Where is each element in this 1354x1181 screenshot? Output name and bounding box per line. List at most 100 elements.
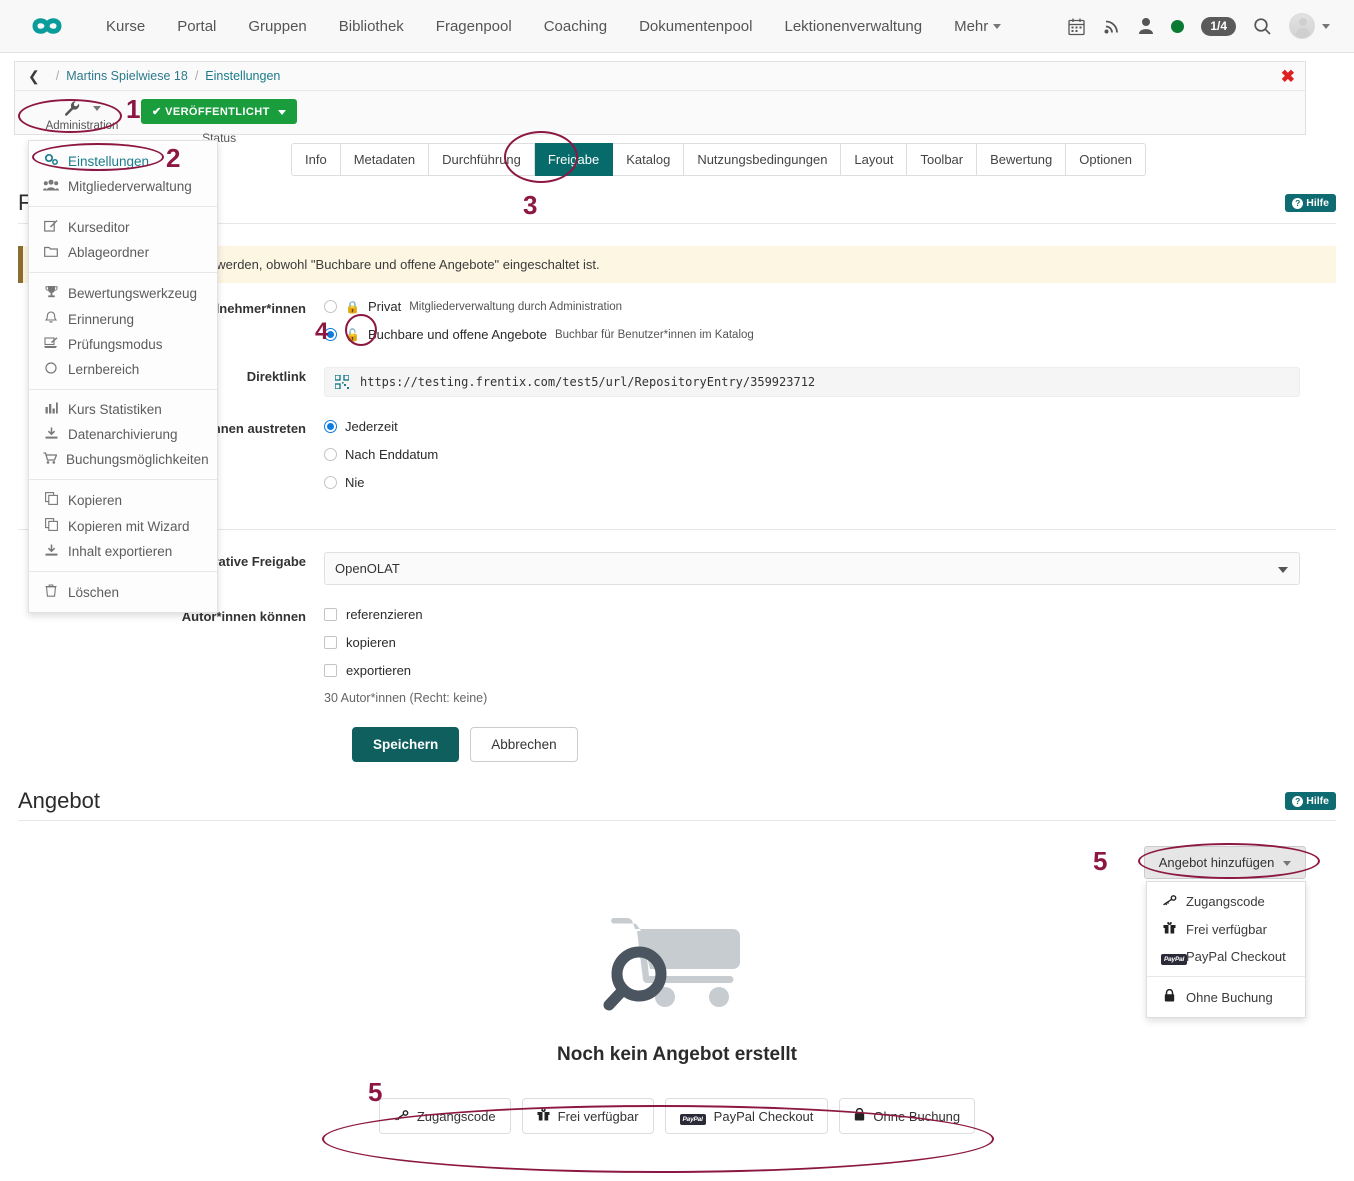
breadcrumb-item-settings[interactable]: Einstellungen bbox=[205, 69, 280, 83]
notification-badge[interactable]: 1/4 bbox=[1201, 17, 1236, 36]
menu-item-inhalt-exportieren[interactable]: Inhalt exportieren bbox=[29, 539, 217, 564]
menu-item-kopieren[interactable]: Kopieren bbox=[29, 487, 217, 513]
empty-button-frei-verfuegbar[interactable]: Frei verfügbar bbox=[522, 1098, 654, 1134]
menu-item-lernbereich[interactable]: Lernbereich bbox=[29, 357, 217, 382]
tab-katalog[interactable]: Katalog bbox=[613, 143, 684, 176]
chevron-left-icon[interactable]: ❮ bbox=[28, 68, 40, 85]
menu-item-ablageordner[interactable]: Ablageordner bbox=[29, 240, 217, 265]
nav-more-label: Mehr bbox=[954, 18, 988, 35]
empty-button-zugangscode[interactable]: Zugangscode bbox=[379, 1098, 511, 1134]
checkbox-exportieren[interactable] bbox=[324, 664, 337, 677]
settings-tabs: Info Metadaten Durchführung Freigabe Kat… bbox=[291, 143, 1146, 176]
share-select[interactable]: OpenOLAT bbox=[324, 552, 1300, 585]
nav-link-coaching[interactable]: Coaching bbox=[528, 12, 623, 41]
menu-item-datenarchivierung[interactable]: Datenarchivierung bbox=[29, 422, 217, 447]
tab-bewertung[interactable]: Bewertung bbox=[977, 143, 1066, 176]
radio-option-jederzeit[interactable]: Jederzeit bbox=[324, 419, 1300, 434]
nav-link-mehr[interactable]: Mehr bbox=[938, 12, 1017, 41]
infinity-logo[interactable] bbox=[22, 9, 76, 43]
menu-item-mitgliederverwaltung[interactable]: Mitgliederverwaltung bbox=[29, 174, 217, 199]
qr-code-icon[interactable] bbox=[335, 375, 349, 389]
menu-item-kurs-statistiken[interactable]: Kurs Statistiken bbox=[29, 397, 217, 422]
nav-link-bibliothek[interactable]: Bibliothek bbox=[323, 12, 420, 41]
content-frame: ❮ / Martins Spielwiese 18 / Einstellunge… bbox=[14, 61, 1306, 135]
tab-durchfuehrung[interactable]: Durchführung bbox=[429, 143, 535, 176]
menu-item-einstellungen[interactable]: Einstellungen bbox=[29, 148, 217, 174]
radio-nach-enddatum[interactable] bbox=[324, 448, 337, 461]
radio-option-nach-enddatum[interactable]: Nach Enddatum bbox=[324, 447, 1300, 462]
author-count-note: 30 Autor*innen (Recht: keine) bbox=[324, 691, 1300, 705]
chevron-down-icon[interactable] bbox=[1322, 24, 1330, 29]
nav-link-portal[interactable]: Portal bbox=[161, 12, 232, 41]
tab-info[interactable]: Info bbox=[291, 143, 341, 176]
menu-item-erinnerung[interactable]: Erinnerung bbox=[29, 306, 217, 332]
calendar-icon[interactable] bbox=[1067, 17, 1086, 36]
tab-nutzungsbedingungen[interactable]: Nutzungsbedingungen bbox=[684, 143, 841, 176]
help-badge[interactable]: ? Hilfe bbox=[1285, 194, 1336, 212]
empty-button-paypal-checkout[interactable]: PayPal PayPal Checkout bbox=[665, 1098, 829, 1134]
user-icon[interactable] bbox=[1138, 17, 1154, 35]
radio-nie[interactable] bbox=[324, 476, 337, 489]
nav-link-lektionenverwaltung[interactable]: Lektionenverwaltung bbox=[769, 12, 939, 41]
cancel-button[interactable]: Abbrechen bbox=[470, 727, 577, 762]
empty-button-label: Ohne Buchung bbox=[873, 1109, 960, 1124]
status-published-button[interactable]: ✔ VERÖFFENTLICHT bbox=[141, 99, 297, 124]
radio-privat[interactable] bbox=[324, 300, 337, 313]
direktlink-box[interactable]: https://testing.frentix.com/test5/url/Re… bbox=[324, 367, 1300, 397]
radio-buchbar[interactable] bbox=[324, 328, 337, 341]
radio-option-buchbar[interactable]: 🔓 Buchbare und offene Angebote Buchbar f… bbox=[324, 327, 1300, 342]
nav-link-gruppen[interactable]: Gruppen bbox=[232, 12, 322, 41]
rss-icon[interactable] bbox=[1103, 17, 1121, 35]
offer-menu-label: Frei verfügbar bbox=[1186, 922, 1267, 937]
form-control-share: OpenOLAT bbox=[324, 552, 1336, 585]
nav-link-dokumentenpool[interactable]: Dokumentenpool bbox=[623, 12, 768, 41]
radio-option-privat[interactable]: 🔒 Privat Mitgliederverwaltung durch Admi… bbox=[324, 299, 1300, 314]
administration-button[interactable]: Administration bbox=[35, 99, 129, 132]
status-dot-icon[interactable] bbox=[1171, 20, 1184, 33]
menu-item-bewertungswerkzeug[interactable]: Bewertungswerkzeug bbox=[29, 280, 217, 306]
checkbox-row-kopieren[interactable]: kopieren bbox=[324, 635, 1300, 650]
radio-jederzeit[interactable] bbox=[324, 420, 337, 433]
breadcrumb-item-course[interactable]: Martins Spielwiese 18 bbox=[66, 69, 188, 83]
offer-menu-item-ohne-buchung[interactable]: Ohne Buchung bbox=[1147, 983, 1305, 1011]
offer-menu-item-frei-verfuegbar[interactable]: Frei verfügbar bbox=[1147, 915, 1305, 943]
tab-metadaten[interactable]: Metadaten bbox=[341, 143, 429, 176]
empty-button-label: Zugangscode bbox=[417, 1109, 496, 1124]
download-icon bbox=[43, 427, 59, 442]
close-icon[interactable]: ✖ bbox=[1281, 68, 1295, 85]
menu-item-label: Erinnerung bbox=[68, 312, 134, 327]
nav-link-kurse[interactable]: Kurse bbox=[90, 12, 161, 41]
nav-link-fragenpool[interactable]: Fragenpool bbox=[420, 12, 528, 41]
menu-item-pruefungsmodus[interactable]: Prüfungsmodus bbox=[29, 332, 217, 357]
menu-item-buchungsmoeglichkeiten[interactable]: Buchungsmöglichkeiten bbox=[29, 447, 217, 472]
offer-menu-item-zugangscode[interactable]: Zugangscode bbox=[1147, 888, 1305, 915]
menu-item-label: Bewertungswerkzeug bbox=[68, 286, 197, 301]
checkbox-row-exportieren[interactable]: exportieren bbox=[324, 663, 1300, 678]
copy-icon bbox=[43, 492, 59, 508]
search-icon[interactable] bbox=[1253, 17, 1272, 36]
empty-button-ohne-buchung[interactable]: Ohne Buchung bbox=[839, 1098, 975, 1134]
form-control-access: 🔒 Privat Mitgliederverwaltung durch Admi… bbox=[324, 299, 1336, 355]
menu-item-kopieren-mit-wizard[interactable]: Kopieren mit Wizard bbox=[29, 513, 217, 539]
question-mark-icon: ? bbox=[1292, 198, 1303, 209]
radio-option-nie[interactable]: Nie bbox=[324, 475, 1300, 490]
tab-freigabe[interactable]: Freigabe bbox=[535, 143, 613, 176]
question-mark-icon: ? bbox=[1292, 796, 1303, 807]
tab-optionen[interactable]: Optionen bbox=[1066, 143, 1146, 176]
tab-layout[interactable]: Layout bbox=[841, 143, 907, 176]
offer-menu-item-paypal-checkout[interactable]: PayPal PayPal Checkout bbox=[1147, 943, 1305, 970]
menu-item-kurseditor[interactable]: Kurseditor bbox=[29, 214, 217, 240]
avatar[interactable] bbox=[1289, 13, 1315, 39]
menu-divider bbox=[29, 272, 217, 273]
chevron-down-icon bbox=[93, 106, 101, 111]
tab-toolbar[interactable]: Toolbar bbox=[907, 143, 977, 176]
menu-item-label: Datenarchivierung bbox=[68, 427, 178, 442]
save-button[interactable]: Speichern bbox=[352, 727, 459, 762]
bar-chart-icon bbox=[43, 402, 59, 417]
checkbox-referenzieren[interactable] bbox=[324, 608, 337, 621]
angebot-help-badge[interactable]: ? Hilfe bbox=[1285, 792, 1336, 810]
add-offer-button[interactable]: Angebot hinzufügen bbox=[1144, 846, 1306, 879]
menu-item-loeschen[interactable]: Löschen bbox=[29, 579, 217, 605]
checkbox-row-referenzieren[interactable]: referenzieren bbox=[324, 607, 1300, 622]
checkbox-kopieren[interactable] bbox=[324, 636, 337, 649]
